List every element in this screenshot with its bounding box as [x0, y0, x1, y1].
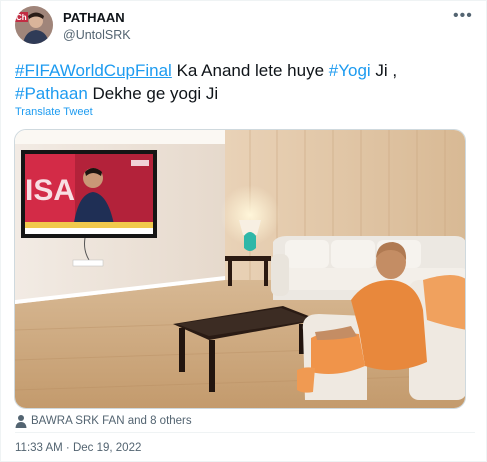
avatar-image: Ch	[15, 6, 53, 44]
person-icon	[15, 415, 27, 428]
author-name[interactable]: PATHAAN	[63, 10, 125, 25]
tweet-text-segment: Ji ,	[370, 61, 398, 80]
more-options-icon[interactable]: •••	[453, 7, 473, 25]
liked-by[interactable]: BAWRA SRK FAN and 8 others	[15, 414, 192, 428]
author-avatar[interactable]: Ch	[15, 6, 53, 44]
tweet-text: #FIFAWorldCupFinal Ka Anand lete huye #Y…	[15, 59, 475, 105]
liked-by-text: BAWRA SRK FAN and 8 others	[31, 415, 192, 427]
room-photo: ISA	[15, 130, 465, 408]
hashtag-yogi[interactable]: #Yogi	[329, 61, 371, 80]
tv-logo-text: ISA	[25, 174, 75, 207]
hashtag-fifaworldcupfinal[interactable]: #FIFAWorldCupFinal	[15, 61, 172, 80]
tweet-photo[interactable]: ISA	[14, 129, 466, 409]
tweet-text-line-1: #FIFAWorldCupFinal Ka Anand lete huye #Y…	[15, 59, 475, 82]
translate-tweet-link[interactable]: Translate Tweet	[15, 106, 93, 118]
tweet-text-segment: Ka Anand lete huye	[171, 61, 329, 80]
hashtag-pathaan[interactable]: #Pathaan	[15, 84, 88, 103]
author-handle[interactable]: @UntolSRK	[63, 28, 131, 42]
divider	[15, 432, 475, 433]
tweet-card: Ch PATHAAN @UntolSRK ••• #FIFAWorldCupFi…	[0, 0, 487, 462]
tweet-timestamp[interactable]: 11:33 AM · Dec 19, 2022	[15, 442, 141, 454]
tweet-text-segment: Dekhe ge yogi Ji	[87, 84, 219, 103]
avatar-badge-text: Ch	[16, 13, 27, 22]
tweet-text-line-2: #Pathaan Dekhe ge yogi Ji	[15, 82, 475, 105]
